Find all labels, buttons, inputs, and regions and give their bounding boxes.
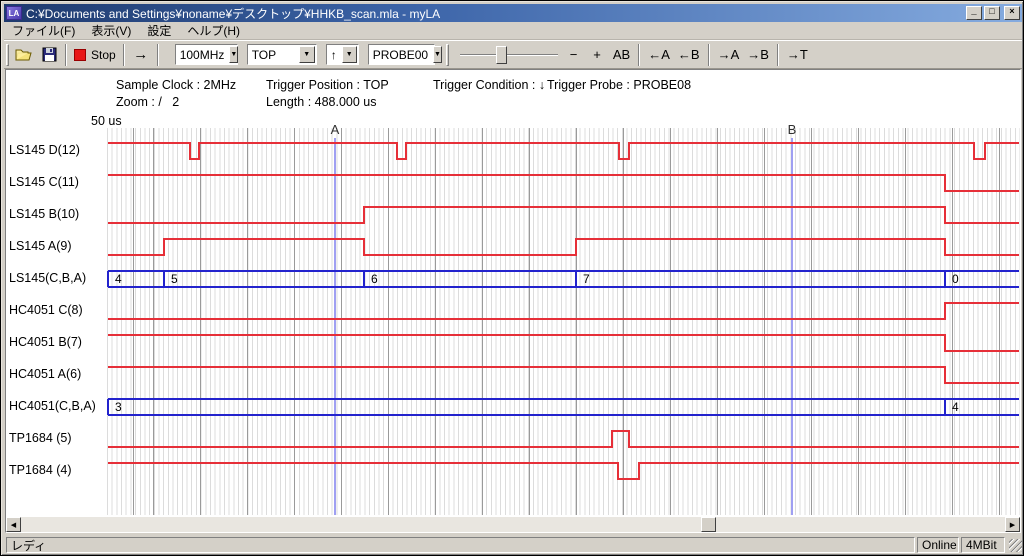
channel-label: LS145(C,B,A)	[9, 271, 86, 285]
status-message: レディ	[6, 537, 915, 553]
channel-label: HC4051 A(6)	[9, 367, 81, 381]
horizontal-scrollbar[interactable]: ◀ ▶	[6, 517, 1020, 532]
channel-label: LS145 C(11)	[9, 175, 79, 189]
status-bar: レディ Online 4MBit	[4, 534, 1022, 554]
channel-label: HC4051 C(8)	[9, 303, 83, 317]
app-window: LA C:¥Documents and Settings¥noname¥デスクト…	[0, 0, 1024, 556]
scroll-left-button[interactable]: ◀	[6, 517, 21, 532]
channel-label: TP1684 (5)	[9, 431, 72, 445]
status-online: Online	[917, 537, 959, 553]
channel-label: LS145 B(10)	[9, 207, 79, 221]
scrollbar-thumb[interactable]	[701, 517, 716, 532]
channel-label: HC4051(C,B,A)	[9, 399, 96, 413]
channel-label: LS145 D(12)	[9, 143, 80, 157]
status-memory: 4MBit	[961, 537, 1005, 553]
channel-label-panel: LS145 D(12) LS145 C(11) LS145 B(10) LS145 A…	[1, 1, 1024, 556]
channel-label: HC4051 B(7)	[9, 335, 82, 349]
scroll-right-button[interactable]: ▶	[1005, 517, 1020, 532]
channel-label: TP1684 (4)	[9, 463, 72, 477]
channel-label: LS145 A(9)	[9, 239, 72, 253]
resize-grip[interactable]	[1009, 539, 1022, 552]
